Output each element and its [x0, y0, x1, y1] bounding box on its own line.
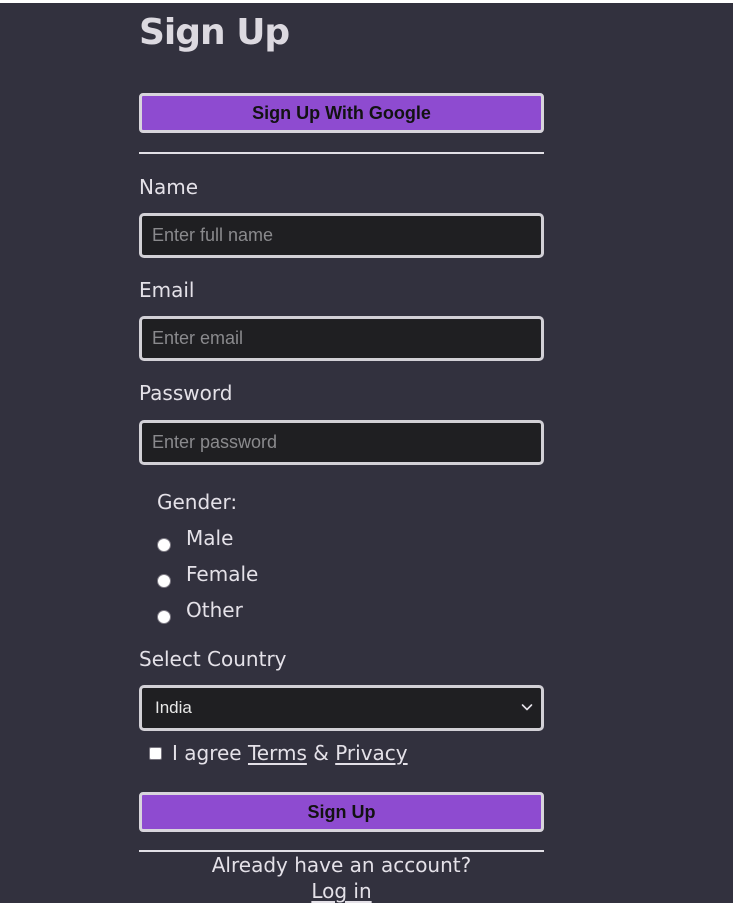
- country-select-value: India: [155, 698, 192, 717]
- already-account-text: Already have an account?: [211, 853, 472, 877]
- agree-separator: &: [313, 741, 329, 765]
- login-link[interactable]: Log in: [311, 879, 371, 903]
- email-input[interactable]: [139, 316, 544, 361]
- chevron-down-icon: [521, 704, 533, 711]
- gender-option-female: Female: [157, 561, 407, 591]
- name-label: Name: [139, 175, 199, 199]
- country-label: Select Country: [139, 647, 287, 671]
- top-divider: [139, 152, 544, 154]
- login-row: Log in: [139, 878, 544, 903]
- google-signup-button[interactable]: Sign Up With Google: [139, 93, 544, 133]
- signup-submit-button[interactable]: Sign Up: [139, 792, 544, 832]
- terms-link[interactable]: Terms: [248, 741, 307, 765]
- female-radio-label[interactable]: Female: [186, 561, 258, 587]
- page-title: Sign Up: [139, 12, 290, 53]
- gender-group: Gender: Male Female Other: [157, 486, 457, 631]
- password-input[interactable]: [139, 420, 544, 465]
- other-radio-label[interactable]: Other: [186, 597, 243, 623]
- terms-agreement: I agree Terms & Privacy: [149, 739, 509, 767]
- other-radio[interactable]: [157, 610, 171, 624]
- male-radio-label[interactable]: Male: [186, 525, 233, 551]
- gender-option-other: Other: [157, 597, 407, 627]
- male-radio[interactable]: [157, 538, 171, 552]
- gender-option-male: Male: [157, 525, 407, 555]
- name-input[interactable]: [139, 213, 544, 258]
- signup-page: Sign Up Sign Up With Google Name Email P…: [0, 3, 733, 903]
- email-label: Email: [139, 278, 195, 302]
- gender-label: Gender:: [157, 490, 238, 514]
- privacy-link[interactable]: Privacy: [335, 741, 407, 765]
- country-select[interactable]: India: [139, 685, 544, 731]
- password-label: Password: [139, 381, 233, 405]
- agree-prefix: I agree: [172, 741, 242, 765]
- female-radio[interactable]: [157, 574, 171, 588]
- terms-text: I agree Terms & Privacy: [172, 739, 408, 767]
- terms-checkbox[interactable]: [149, 747, 162, 760]
